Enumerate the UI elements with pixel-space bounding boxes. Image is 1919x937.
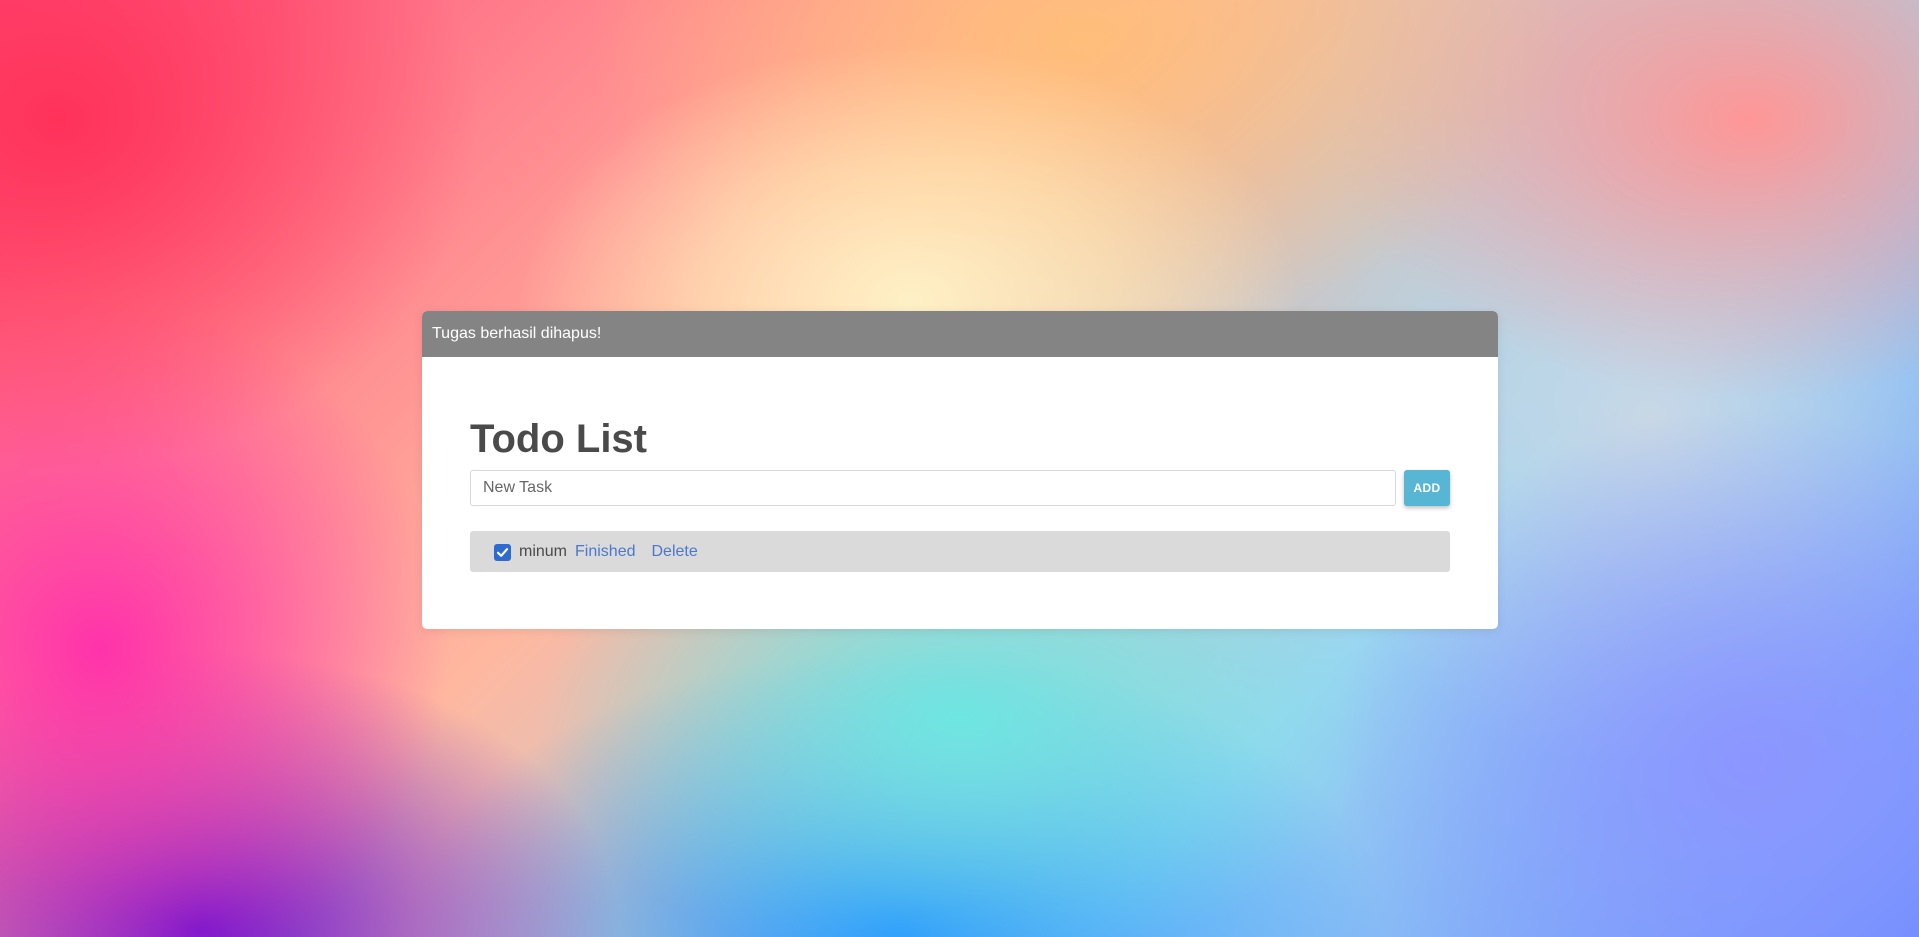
finished-link[interactable]: Finished bbox=[575, 543, 635, 561]
delete-link[interactable]: Delete bbox=[652, 543, 698, 561]
alert-message: Tugas berhasil dihapus! bbox=[432, 325, 602, 342]
new-task-form: ADD bbox=[470, 470, 1450, 506]
new-task-input[interactable] bbox=[470, 470, 1396, 506]
success-alert: Tugas berhasil dihapus! bbox=[422, 311, 1498, 357]
add-button[interactable]: ADD bbox=[1404, 470, 1450, 506]
todo-card: Tugas berhasil dihapus! Todo List ADD mi… bbox=[422, 311, 1498, 629]
task-checkbox[interactable] bbox=[494, 544, 511, 561]
todo-content: Todo List ADD minum Finished Delete bbox=[422, 417, 1498, 572]
task-text: minum bbox=[519, 542, 568, 560]
task-list: minum Finished Delete bbox=[470, 531, 1450, 572]
check-icon bbox=[496, 548, 509, 557]
page-title: Todo List bbox=[470, 417, 647, 461]
list-item: minum Finished Delete bbox=[470, 531, 1450, 572]
